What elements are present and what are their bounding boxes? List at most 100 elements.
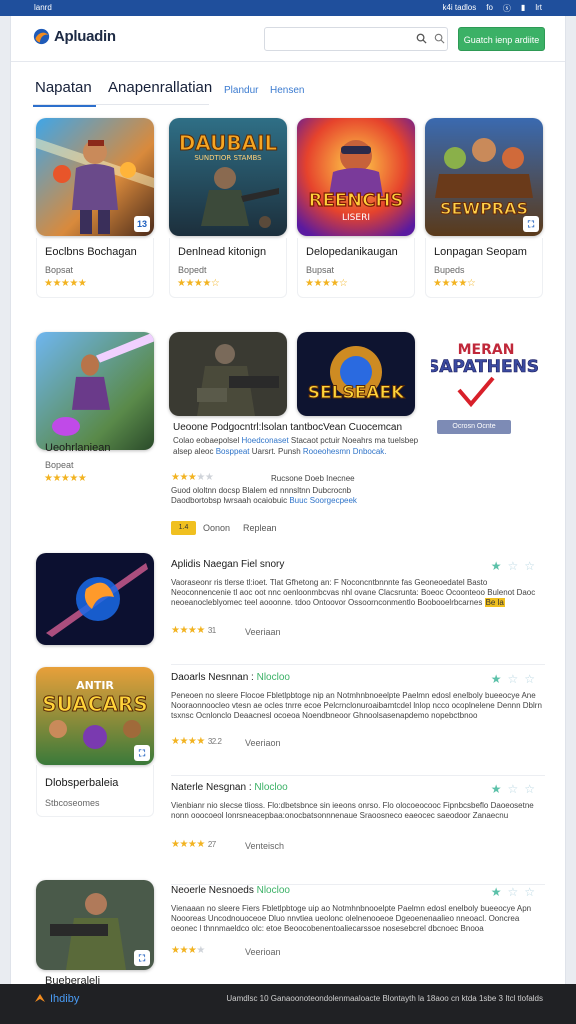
status-signal-icon: fo (486, 3, 493, 12)
sapathens-logo-icon: MERAN SAPATHENS (427, 342, 539, 408)
status-text: k4i tadlos (442, 3, 477, 12)
platform-badge-icon: ⛶ (523, 216, 539, 232)
card-title: Lonpagan Seopam (434, 246, 527, 258)
platform-badge-icon: ⛶ (134, 950, 150, 966)
sewpras-art-text: SEWPRAS (440, 199, 528, 218)
game-thumb-sewpras[interactable]: SEWPRAS ⛶ (425, 118, 543, 236)
list-item-title: Naterle Nesgnan : Nlocloo (171, 782, 288, 793)
list-item-rating: ★★★★ (171, 945, 205, 956)
tab-napatan[interactable]: Napatan (33, 79, 96, 107)
feature-side-desc: Guod ololtnn docsp Blalem ed nnnsltnn Du… (171, 486, 391, 506)
game-thumb-selseaek[interactable]: SELSEAEK (297, 332, 415, 416)
cta-button[interactable]: Guatch ienp ardiite (458, 27, 545, 51)
footer-logo-icon (35, 994, 45, 1002)
game-thumb-suacars[interactable]: ANTIR SUACARS ⛶ (36, 667, 154, 765)
sublink-plandur[interactable]: Plandur (224, 85, 258, 96)
list-item-version: Veeriaon (245, 738, 281, 748)
feature-side-link[interactable]: Buuc Soorgecpeek (289, 496, 357, 505)
promo-logo[interactable]: MERAN SAPATHENS (427, 336, 541, 421)
feature-desc-text: Stacaot pctuir Noeahrs ma tuelsbep (290, 436, 419, 445)
footer: Ihdiby Uamdlsc 10 Ganaoonoteondolenmaalo… (0, 984, 576, 1024)
list-item[interactable]: Neoerle Nesnoeds Nlocloo ★☆☆ Vienaaan no… (171, 885, 545, 981)
list-item-rating: ★★★★ 27 (171, 839, 216, 850)
game-thumb-hero[interactable]: 13 (36, 118, 154, 236)
daubail-art-icon: DAUBAIL SUNDTIOR STAMBS (169, 118, 287, 236)
feature-desc-text: Uarsrt. Punsh (251, 447, 301, 456)
feature-desc-link[interactable]: Rooeohesmn Dnbocak. (303, 447, 387, 456)
feature-rating-stars: ★★★★★ (171, 472, 214, 483)
card-subtitle: Bopedt (178, 265, 207, 275)
app-logo[interactable]: Apluadin (33, 28, 116, 45)
feature-side-text: Daodbortobsp lwrsaah ocaiobuic (171, 496, 288, 505)
favorite-stars-icon[interactable]: ★☆☆ (491, 559, 541, 573)
daubail-art-text: DAUBAIL (179, 131, 278, 155)
card-title: Delopedanikaugan (306, 246, 398, 258)
feature-desc-link[interactable]: Bosppeat (216, 447, 250, 456)
card-title: Ueohrlaniean (45, 442, 111, 454)
logo-text: Apluadin (54, 28, 116, 45)
list-item[interactable]: Daoarls Nesnnan : Nlocloo ★☆☆ Peneoen no… (171, 672, 545, 776)
list-item-desc: Vaoraseonr ris tlerse tl:ioet. Tlat Gfhe… (171, 578, 536, 607)
feature-desc-link[interactable]: Hoedconaset (242, 436, 289, 445)
status-bar: lanrd k4i tadlos fo ⓢ ▮ lrt (0, 0, 576, 16)
tab-anapenrallatian[interactable]: Anapenrallatian (108, 79, 212, 96)
card-subtitle: Bupsat (306, 265, 335, 275)
favorite-stars-icon[interactable]: ★☆☆ (491, 672, 541, 686)
header: Apluadin Guatch ienp ardiite (11, 16, 565, 62)
list-item-rating: ★★★★ 31 (171, 625, 216, 636)
sapathens-art-text: SAPATHENS (431, 357, 539, 377)
card-subtitle: Bopsat (45, 265, 74, 275)
card-title: Eoclbns Bochagan (45, 246, 137, 258)
tab-bar: Napatan Anapenrallatian Plandur Hensen (11, 62, 565, 108)
feature-side-text: Rucsone Doeb Inecnee (271, 474, 355, 483)
list-item[interactable]: Aplidis Naegan Fiel snory ★☆☆ Vaoraseonr… (171, 559, 545, 665)
status-icons: k4i tadlos fo ⓢ ▮ lrt (442, 3, 542, 14)
feature-desc-text: Colao eobaepolsel (173, 436, 240, 445)
game-thumb-reenchs[interactable]: REENCHS LISERI (297, 118, 415, 236)
card-rating-stars: ★★★★★ (44, 278, 87, 289)
card-frame (36, 765, 154, 817)
sublink-hensen[interactable]: Hensen (270, 85, 304, 96)
search-input[interactable] (271, 31, 401, 47)
list-item-highlight: Be la (484, 598, 505, 607)
footer-logo[interactable]: Ihdiby (34, 993, 79, 1005)
feature-heading: Ueoone Podgocntrl:lsolan tantbocVean Cuo… (173, 422, 403, 433)
list-item-title: Aplidis Naegan Fiel snory (171, 559, 285, 570)
game-thumb-daubail[interactable]: DAUBAIL SUNDTIOR STAMBS (169, 118, 287, 236)
footer-text: Uamdlsc 10 Ganaoonoteondolenmaaloacte Bl… (226, 994, 543, 1003)
game-thumb-vortex[interactable] (36, 553, 154, 645)
game-thumb-ueohrlaniean[interactable] (36, 332, 154, 450)
soldier-art-icon (169, 332, 287, 416)
list-item-version: Veerioan (245, 947, 281, 957)
warrior-art-icon (36, 332, 154, 450)
list-item[interactable]: Naterle Nesgnan : Nlocloo ★☆☆ Vienbianr … (171, 782, 545, 885)
card-subtitle: Bupeds (434, 265, 465, 275)
feature-tag-text: Oonon (203, 523, 231, 533)
status-carrier: lanrd (34, 3, 52, 12)
game-thumb-soldier[interactable] (169, 332, 287, 416)
list-item-version: Venteisch (245, 841, 285, 851)
feature-side-text: Guod ololtnn docsp Blalem ed nnnsltnn Du… (171, 486, 352, 495)
list-item-rating: ★★★★ 32.2 (171, 736, 222, 747)
reenchs-art-subtext: LISERI (342, 213, 370, 223)
search-box (264, 27, 448, 51)
status-battery-icon: ▮ (520, 3, 526, 12)
card-rating-stars: ★★★★☆ (177, 278, 220, 289)
favorite-stars-icon[interactable]: ★☆☆ (491, 782, 541, 796)
feature-desc: Colao eobaepolsel Hoedconaset Stacaot pc… (173, 435, 549, 457)
list-item-desc: Peneoen no sleere Flocoe Fbletlpbtoge ni… (171, 691, 542, 720)
voice-search-icon[interactable] (433, 33, 445, 45)
card-rating-stars: ★★★★☆ (305, 278, 348, 289)
card-subtitle: Bopeat (45, 460, 74, 470)
feature-tag-badge: 1.4 (171, 521, 196, 535)
status-time: lrt (535, 3, 542, 12)
card-title: Denlnead kitonign (178, 246, 267, 258)
game-thumb-gunner[interactable]: ⛶ (36, 880, 154, 970)
list-item-desc: Vienbianr nio slecse tlioss. Flo:dbetsbn… (171, 801, 534, 820)
search-icon[interactable] (415, 33, 427, 45)
list-item-version: Veeriaan (245, 627, 281, 637)
suacars-art-text: SUACARS (42, 692, 147, 716)
favorite-stars-icon[interactable]: ★☆☆ (491, 885, 541, 899)
selseaek-art-text: SELSEAEK (308, 383, 405, 403)
page: Apluadin Guatch ienp ardiite Napatan Ana… (10, 16, 566, 984)
